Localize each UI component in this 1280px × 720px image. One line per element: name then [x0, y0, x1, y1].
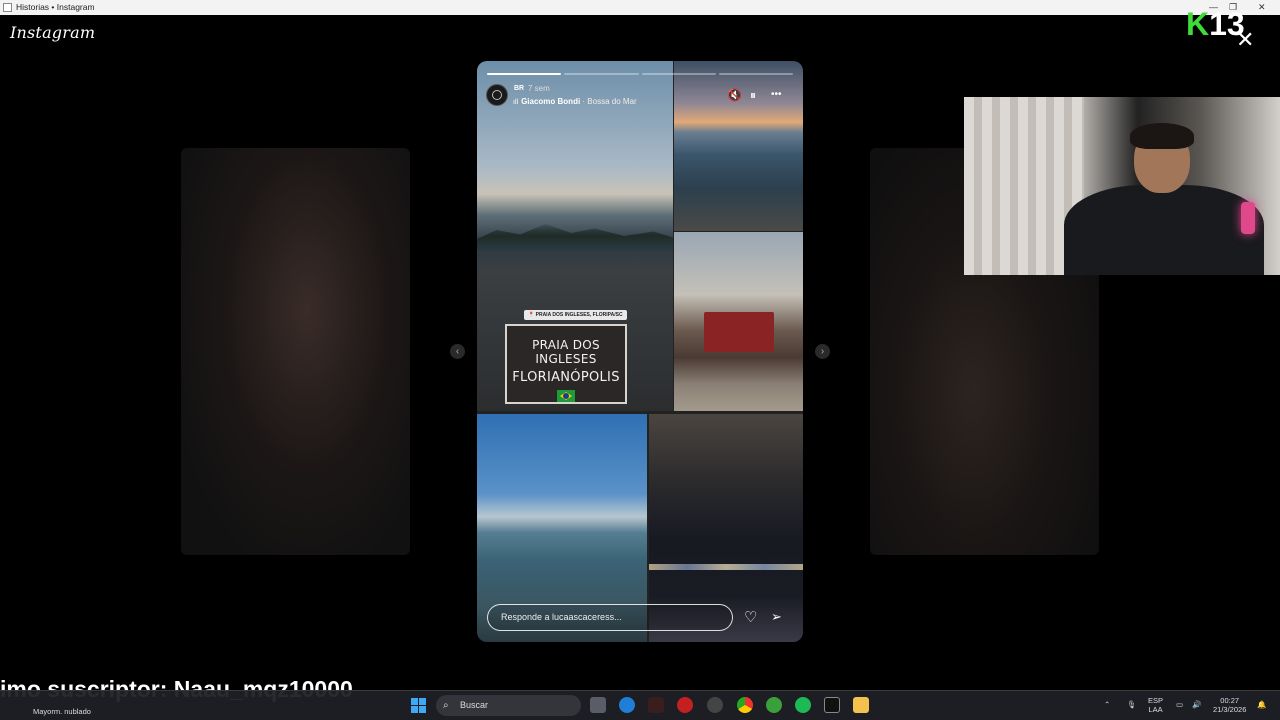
- story-timestamp: 7 sem: [528, 84, 550, 93]
- microphone-icon[interactable]: 🎙: [1127, 700, 1137, 709]
- close-story-button[interactable]: ✕: [1236, 27, 1254, 53]
- story-music[interactable]: ıll Giacomo Bondi · Bossa do Mar: [513, 97, 637, 106]
- sticker-line-1: PRAIA DOS INGLESES: [532, 338, 600, 366]
- music-song: Bossa do Mar: [587, 97, 637, 106]
- previous-story-arrow[interactable]: ‹: [450, 344, 465, 359]
- window-close-button[interactable]: ✕: [1258, 0, 1266, 15]
- location-sticker: PRAIA DOS INGLESES FLORIANÓPOLIS: [505, 324, 627, 404]
- avatar[interactable]: [486, 84, 508, 106]
- spotify-icon[interactable]: [795, 697, 811, 713]
- music-artist: Giacomo Bondi: [521, 97, 581, 106]
- language-indicator[interactable]: ESP LAA: [1148, 696, 1163, 714]
- file-explorer-icon[interactable]: [853, 697, 869, 713]
- windows-taskbar: Mayorm. nublado ⌕ Buscar ⌃ 🎙 ESP LAA ▭ 🔊 …: [0, 690, 1280, 720]
- progress-segment: [564, 73, 639, 75]
- network-icon[interactable]: ▭: [1176, 700, 1183, 709]
- window-icon: [3, 3, 12, 12]
- more-options-icon[interactable]: •••: [771, 89, 782, 100]
- progress-segment: [641, 73, 716, 75]
- story-viewer[interactable]: BR 7 sem ıll Giacomo Bondi · Bossa do Mar…: [477, 61, 803, 642]
- search-icon: ⌕: [443, 700, 449, 711]
- app-icon[interactable]: [677, 697, 693, 713]
- clock[interactable]: 00:27 21/3/2026: [1213, 696, 1246, 714]
- instagram-logo[interactable]: Instagram: [10, 23, 95, 42]
- progress-segment: [487, 73, 562, 75]
- app-icon[interactable]: [648, 697, 664, 713]
- weather-widget[interactable]: Mayorm. nublado: [33, 707, 91, 716]
- volume-icon[interactable]: 🔊: [1192, 700, 1201, 709]
- xbox-icon[interactable]: [766, 697, 782, 713]
- story-progress-bar: [487, 73, 793, 75]
- windows-start-icon[interactable]: [411, 698, 426, 713]
- window-title-bar: Historias • Instagram — ❐ ✕: [0, 0, 1280, 15]
- previous-story-preview[interactable]: [181, 148, 410, 555]
- ocean-sunset-photo: [674, 61, 803, 231]
- webcam-overlay: [964, 97, 1280, 275]
- story-username[interactable]: BR: [514, 85, 524, 92]
- like-heart-icon[interactable]: ♡: [744, 608, 757, 626]
- capcut-icon[interactable]: [824, 697, 840, 713]
- notification-icon[interactable]: 🔔: [1257, 700, 1266, 709]
- chrome-icon[interactable]: [737, 697, 753, 713]
- progress-segment: [718, 73, 793, 75]
- pause-icon[interactable]: ⏸: [750, 88, 756, 103]
- app-icon[interactable]: [707, 697, 723, 713]
- next-story-arrow[interactable]: ›: [815, 344, 830, 359]
- location-tag[interactable]: 📍 PRAIA DOS INGLESES, FLORIPA/SC: [524, 310, 627, 320]
- audio-wave-icon: ıll: [513, 99, 519, 106]
- tray-chevron-icon[interactable]: ⌃: [1104, 700, 1110, 709]
- taskbar-search[interactable]: ⌕ Buscar: [436, 695, 581, 716]
- task-view-icon[interactable]: [590, 697, 606, 713]
- edge-icon[interactable]: [619, 697, 635, 713]
- reply-input[interactable]: Responde a lucaascaceress...: [487, 604, 733, 631]
- window-title: Historias • Instagram: [16, 2, 95, 12]
- sticker-line-2: FLORIANÓPOLIS: [512, 370, 620, 385]
- brazil-flag-icon: [557, 390, 575, 402]
- mute-icon[interactable]: 🔇: [727, 88, 742, 102]
- share-send-icon[interactable]: ➢: [771, 609, 782, 625]
- beach-bar-photo: [674, 232, 803, 411]
